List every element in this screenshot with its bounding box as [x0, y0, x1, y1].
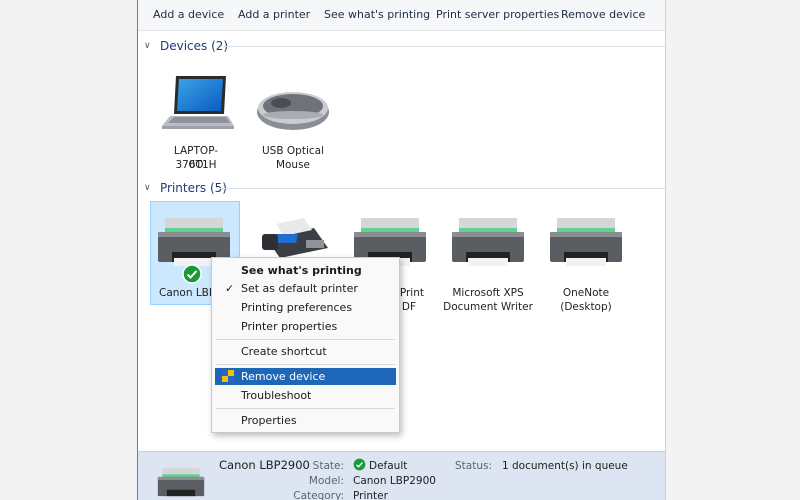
details-status-key: Status:	[455, 460, 492, 472]
details-model-value: Canon LBP2900	[353, 475, 436, 487]
print-server-properties-button[interactable]: Print server properties	[436, 8, 559, 21]
fax-icon	[262, 218, 328, 258]
remove-device-button[interactable]: Remove device	[561, 8, 645, 21]
details-category-key: Category:	[293, 490, 344, 500]
uac-shield-icon	[222, 370, 234, 382]
menu-separator	[216, 408, 395, 409]
printer-xps[interactable]: Microsoft XPS Document Writer	[443, 210, 533, 313]
group-divider	[220, 188, 665, 189]
printer-label-line1: OneNote	[562, 287, 610, 299]
device-label-line2: 0O	[188, 159, 204, 171]
command-bar: Add a device Add a printer See what's pr…	[138, 0, 665, 31]
details-model-key: Model:	[308, 475, 344, 487]
checkmark-icon: ✓	[225, 282, 235, 295]
printer-onenote[interactable]: OneNote (Desktop)	[544, 210, 628, 313]
group-divider	[224, 46, 665, 47]
printer-context-menu: See what's printing ✓ Set as default pri…	[211, 257, 400, 433]
devices-group-header[interactable]: ∨ Devices (2)	[144, 37, 228, 55]
printer-icon	[452, 218, 524, 266]
devices-group-label: Devices (2)	[160, 39, 229, 53]
printer-icon	[157, 467, 205, 497]
menu-item-troubleshoot[interactable]: Troubleshoot	[215, 387, 396, 404]
menu-item-set-default[interactable]: ✓ Set as default printer	[215, 280, 396, 297]
menu-separator	[216, 364, 395, 365]
menu-item-properties[interactable]: Properties	[215, 412, 396, 429]
printer-icon	[550, 218, 622, 266]
menu-item-printer-properties[interactable]: Printer properties	[215, 318, 396, 335]
menu-item-see-whats-printing[interactable]: See what's printing	[215, 262, 396, 279]
mouse-icon	[257, 92, 329, 130]
printers-group-header[interactable]: ∨ Printers (5)	[144, 179, 227, 197]
devices-and-printers-window: Add a device Add a printer See what's pr…	[137, 0, 666, 500]
menu-separator	[216, 339, 395, 340]
details-status-value: 1 document(s) in queue	[502, 460, 628, 472]
menu-item-label: Remove device	[241, 370, 326, 383]
add-printer-button[interactable]: Add a printer	[238, 8, 310, 21]
printers-group-label: Printers (5)	[160, 181, 227, 195]
device-label-line1: USB Optical	[262, 145, 324, 157]
see-whats-printing-button[interactable]: See what's printing	[324, 8, 430, 21]
laptop-icon	[162, 76, 234, 129]
chevron-down-icon: ∨	[144, 183, 151, 193]
printer-label-line1: Microsoft XPS	[452, 287, 524, 299]
chevron-down-icon: ∨	[144, 41, 151, 51]
printer-label-line2: (Desktop)	[560, 301, 612, 313]
default-check-icon	[182, 264, 202, 284]
details-state-value: Default	[369, 460, 408, 472]
device-laptop[interactable]: LAPTOP-376T1H 0O	[154, 70, 238, 176]
details-pane: Canon LBP2900 State: Default Model: Cano…	[138, 451, 665, 500]
desktop-background: Add a device Add a printer See what's pr…	[0, 0, 800, 500]
details-category-value: Printer	[353, 490, 388, 500]
device-mouse[interactable]: USB Optical Mouse	[251, 70, 335, 176]
menu-item-label: Set as default printer	[241, 282, 358, 295]
printer-label-line2: Document Writer	[443, 301, 533, 313]
device-label-line2: Mouse	[275, 159, 311, 171]
menu-item-create-shortcut[interactable]: Create shortcut	[215, 343, 396, 360]
default-check-icon	[353, 458, 366, 471]
details-state-key: State:	[312, 460, 344, 472]
add-device-button[interactable]: Add a device	[153, 8, 224, 21]
menu-item-remove-device[interactable]: Remove device	[215, 368, 396, 385]
menu-item-printing-preferences[interactable]: Printing preferences	[215, 299, 396, 316]
